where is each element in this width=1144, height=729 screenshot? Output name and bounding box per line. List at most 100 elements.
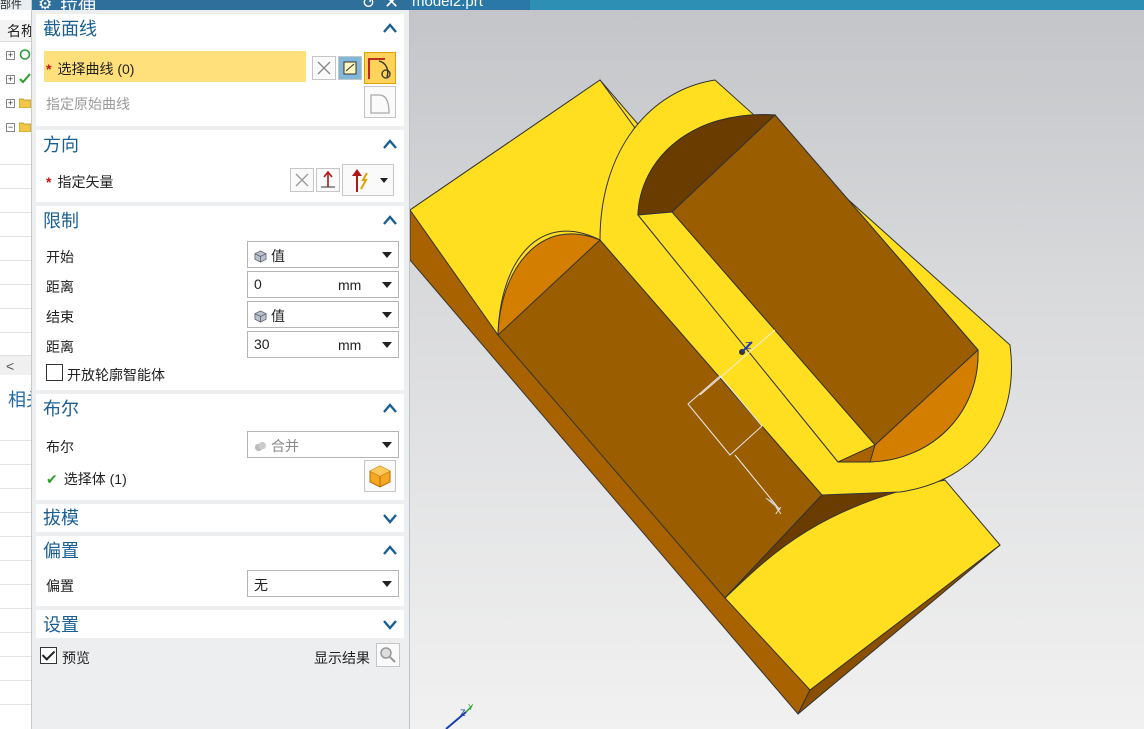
boolean-label: 布尔 xyxy=(46,439,74,455)
gear-icon[interactable]: ⚙ xyxy=(38,0,52,10)
curve-button[interactable] xyxy=(364,52,396,84)
sketch-section-button[interactable] xyxy=(338,56,362,80)
triad-y-label: Y xyxy=(468,703,474,712)
show-result-label: 显示结果 xyxy=(314,650,370,666)
open-profile-checkbox[interactable] xyxy=(46,364,63,381)
section-curves-title[interactable]: 截面线 xyxy=(43,14,97,44)
offset-group: 偏置 偏置 无 xyxy=(36,536,404,606)
direction-group: 方向 * 指定矢量 xyxy=(36,130,404,202)
reset-icon[interactable]: ↺ xyxy=(362,0,375,10)
tree-row[interactable]: + xyxy=(0,68,31,92)
required-star-icon: * xyxy=(46,174,52,190)
vector-rule-icon xyxy=(295,173,309,187)
dropdown-arrow-icon[interactable] xyxy=(382,282,392,288)
expand-icon[interactable]: + xyxy=(6,75,15,84)
sketch-icon xyxy=(343,61,357,75)
chevron-up-icon[interactable] xyxy=(382,136,398,152)
limits-title[interactable]: 限制 xyxy=(43,206,79,236)
select-curve-label[interactable]: * 选择曲线 (0) xyxy=(46,59,134,79)
boolean-select[interactable]: 合并 xyxy=(247,431,399,458)
extrude-dialog: ⚙ 拉伸 ↺ ✕ 截面线 *选择曲线 (0) 指定原始曲线 方向 *指定矢量 xyxy=(32,0,410,729)
curve-select-icon xyxy=(368,58,391,79)
specify-origin-curve-label: 指定原始曲线 xyxy=(46,96,130,112)
document-tabs: model2.prt xyxy=(410,0,1144,10)
part-navigator: 部件 名称 + + + − < 相关 xyxy=(0,0,32,729)
offset-select[interactable]: 无 xyxy=(247,570,399,597)
close-icon[interactable]: ✕ xyxy=(384,0,399,10)
offset-title[interactable]: 偏置 xyxy=(43,536,79,566)
x-axis-label: X xyxy=(775,506,782,517)
show-result-button[interactable] xyxy=(376,643,400,667)
vector-inferred-dropdown[interactable] xyxy=(342,164,394,196)
dropdown-arrow-icon[interactable] xyxy=(382,312,392,318)
value-icon xyxy=(254,310,267,323)
chevron-up-icon[interactable] xyxy=(382,20,398,36)
draft-group: 拔模 xyxy=(36,504,404,532)
select-body-label[interactable]: ✔ 选择体 (1) xyxy=(46,469,127,489)
value-icon xyxy=(254,250,267,263)
dropdown-arrow-icon[interactable] xyxy=(382,442,392,448)
model-view[interactable]: Z X Z Y xyxy=(410,0,1144,729)
draft-title[interactable]: 拔模 xyxy=(43,503,79,533)
settings-group: 设置 xyxy=(36,610,404,638)
chevron-down-icon[interactable] xyxy=(382,616,398,632)
model-views-icon xyxy=(19,49,31,60)
select-body-button[interactable] xyxy=(364,460,396,492)
solid-body-icon xyxy=(369,465,391,488)
dropdown-arrow-icon[interactable] xyxy=(382,581,392,587)
horizontal-scrollbar[interactable]: < xyxy=(0,355,31,375)
tab-model2[interactable]: model2.prt xyxy=(410,0,530,10)
scroll-left-icon[interactable]: < xyxy=(6,358,14,374)
end-distance-label: 距离 xyxy=(46,339,74,355)
dropdown-arrow-icon[interactable] xyxy=(380,178,388,183)
start-distance-input[interactable]: 0 mm xyxy=(247,271,399,298)
dialog-titlebar[interactable]: ⚙ 拉伸 ↺ ✕ xyxy=(32,0,410,10)
magnifier-icon xyxy=(380,647,396,663)
curve-rule-button[interactable] xyxy=(312,56,336,80)
open-profile-label: 开放轮廓智能体 xyxy=(67,367,165,383)
tree-row[interactable]: + xyxy=(0,44,31,68)
tree-row[interactable]: − xyxy=(0,116,31,140)
triad-z-label: Z xyxy=(460,708,466,718)
origin-curve-button[interactable] xyxy=(364,86,396,118)
expand-icon[interactable]: + xyxy=(6,99,15,108)
required-star-icon: * xyxy=(46,61,52,77)
graphics-window[interactable]: Z X Z Y xyxy=(410,0,1144,729)
reverse-direction-button[interactable] xyxy=(316,168,340,192)
start-label: 开始 xyxy=(46,249,74,265)
unit-label: mm xyxy=(338,337,362,353)
curve-rule-icon xyxy=(317,61,331,75)
chevron-up-icon[interactable] xyxy=(382,542,398,558)
navigator-column-name[interactable]: 名称 xyxy=(0,20,31,42)
inferred-vector-icon xyxy=(352,169,368,192)
preview-checkbox[interactable] xyxy=(40,647,57,664)
specify-vector-label[interactable]: * 指定矢量 xyxy=(46,172,113,192)
chevron-up-icon[interactable] xyxy=(382,400,398,416)
settings-title[interactable]: 设置 xyxy=(43,610,79,640)
start-type-select[interactable]: 值 xyxy=(247,241,399,268)
origin-curve-icon xyxy=(370,94,390,114)
dropdown-arrow-icon[interactable] xyxy=(382,252,392,258)
boolean-title[interactable]: 布尔 xyxy=(43,394,79,424)
reverse-direction-icon xyxy=(321,170,335,188)
start-distance-label: 距离 xyxy=(46,279,74,295)
end-type-select[interactable]: 值 xyxy=(247,301,399,328)
dialog-title: 拉伸 xyxy=(60,0,96,10)
dependencies-label[interactable]: 相关 xyxy=(0,378,31,418)
chevron-down-icon[interactable] xyxy=(382,510,398,526)
offset-label: 偏置 xyxy=(46,578,74,594)
boolean-group: 布尔 布尔 合并 ✔ 选择体 (1) xyxy=(36,394,404,500)
expand-icon[interactable]: + xyxy=(6,51,15,60)
tree-row[interactable]: + xyxy=(0,92,31,116)
check-icon xyxy=(19,73,31,84)
end-distance-input[interactable]: 30 mm xyxy=(247,331,399,358)
unite-icon xyxy=(254,441,267,452)
collapse-icon[interactable]: − xyxy=(6,123,15,132)
chevron-up-icon[interactable] xyxy=(382,212,398,228)
direction-title[interactable]: 方向 xyxy=(43,130,79,160)
vector-dialog-button[interactable] xyxy=(290,168,314,192)
check-icon: ✔ xyxy=(46,471,58,487)
limits-group: 限制 开始 值 距离 0 mm 结束 值 距离 30 mm 开放轮廓智能体 xyxy=(36,206,404,390)
end-label: 结束 xyxy=(46,309,74,325)
dropdown-arrow-icon[interactable] xyxy=(382,342,392,348)
